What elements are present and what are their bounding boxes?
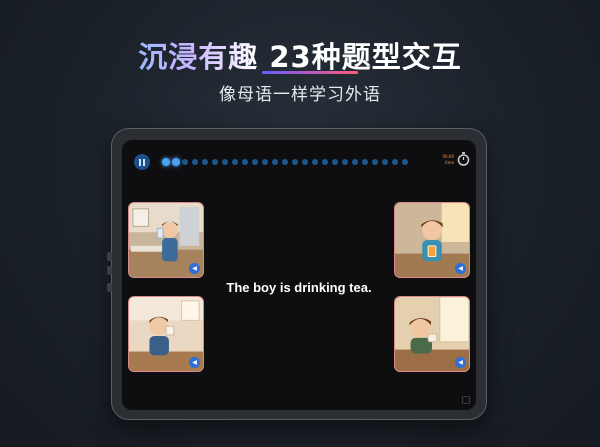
answer-card-2[interactable]: ◀: [128, 296, 204, 372]
progress-dot: [192, 159, 198, 165]
answer-card-3[interactable]: ◀: [394, 202, 470, 278]
progress-dot: [282, 159, 288, 165]
lesson-screen: 00:00 time ◀ ◀ ◀ ◀ The boy is drinking t…: [122, 140, 476, 410]
progress-dot: [342, 159, 348, 165]
progress-dot: [182, 159, 188, 165]
tablet-side-button: [107, 283, 112, 292]
timer-sublabel: time: [444, 160, 454, 165]
tablet-side-button: [107, 266, 112, 275]
progress-dot: [352, 159, 358, 165]
pause-button[interactable]: [134, 154, 150, 170]
answer-card-1[interactable]: ◀: [128, 202, 204, 278]
progress-dot: [372, 159, 378, 165]
lesson-sentence: The boy is drinking tea.: [226, 280, 372, 295]
lesson-progress-bar: [162, 158, 412, 166]
progress-dot: [382, 159, 388, 165]
speaker-icon[interactable]: ◀: [189, 263, 200, 274]
progress-dot: [252, 159, 258, 165]
progress-dot: [212, 159, 218, 165]
progress-dot: [362, 159, 368, 165]
progress-dot: [262, 159, 268, 165]
answer-card-4[interactable]: ◀: [394, 296, 470, 372]
headline-underline: [262, 71, 358, 74]
speaker-icon[interactable]: ◀: [455, 263, 466, 274]
progress-dot: [242, 159, 248, 165]
timer-readout: 00:00 time: [432, 154, 454, 166]
progress-dot: [402, 159, 408, 165]
subheadline: 像母语一样学习外语: [219, 85, 381, 105]
progress-dot: [302, 159, 308, 165]
progress-dot: [312, 159, 318, 165]
progress-dot: [332, 159, 338, 165]
progress-dot: [272, 159, 278, 165]
progress-dot: [392, 159, 398, 165]
fullscreen-icon[interactable]: [462, 396, 470, 404]
progress-dot: [292, 159, 298, 165]
headline-part2: 23种题型交互: [269, 40, 462, 74]
progress-dot: [172, 158, 180, 166]
progress-dot: [232, 159, 238, 165]
speaker-icon[interactable]: ◀: [189, 357, 200, 368]
progress-dot: [162, 158, 170, 166]
progress-dot: [322, 159, 328, 165]
headline-part1: 沉浸有趣: [138, 40, 259, 74]
stopwatch-icon[interactable]: [457, 152, 470, 166]
tablet-side-button: [107, 252, 112, 261]
progress-dot: [222, 159, 228, 165]
speaker-icon[interactable]: ◀: [455, 357, 466, 368]
headline: 沉浸有趣 23种题型交互: [0, 34, 600, 76]
progress-dot: [202, 159, 208, 165]
